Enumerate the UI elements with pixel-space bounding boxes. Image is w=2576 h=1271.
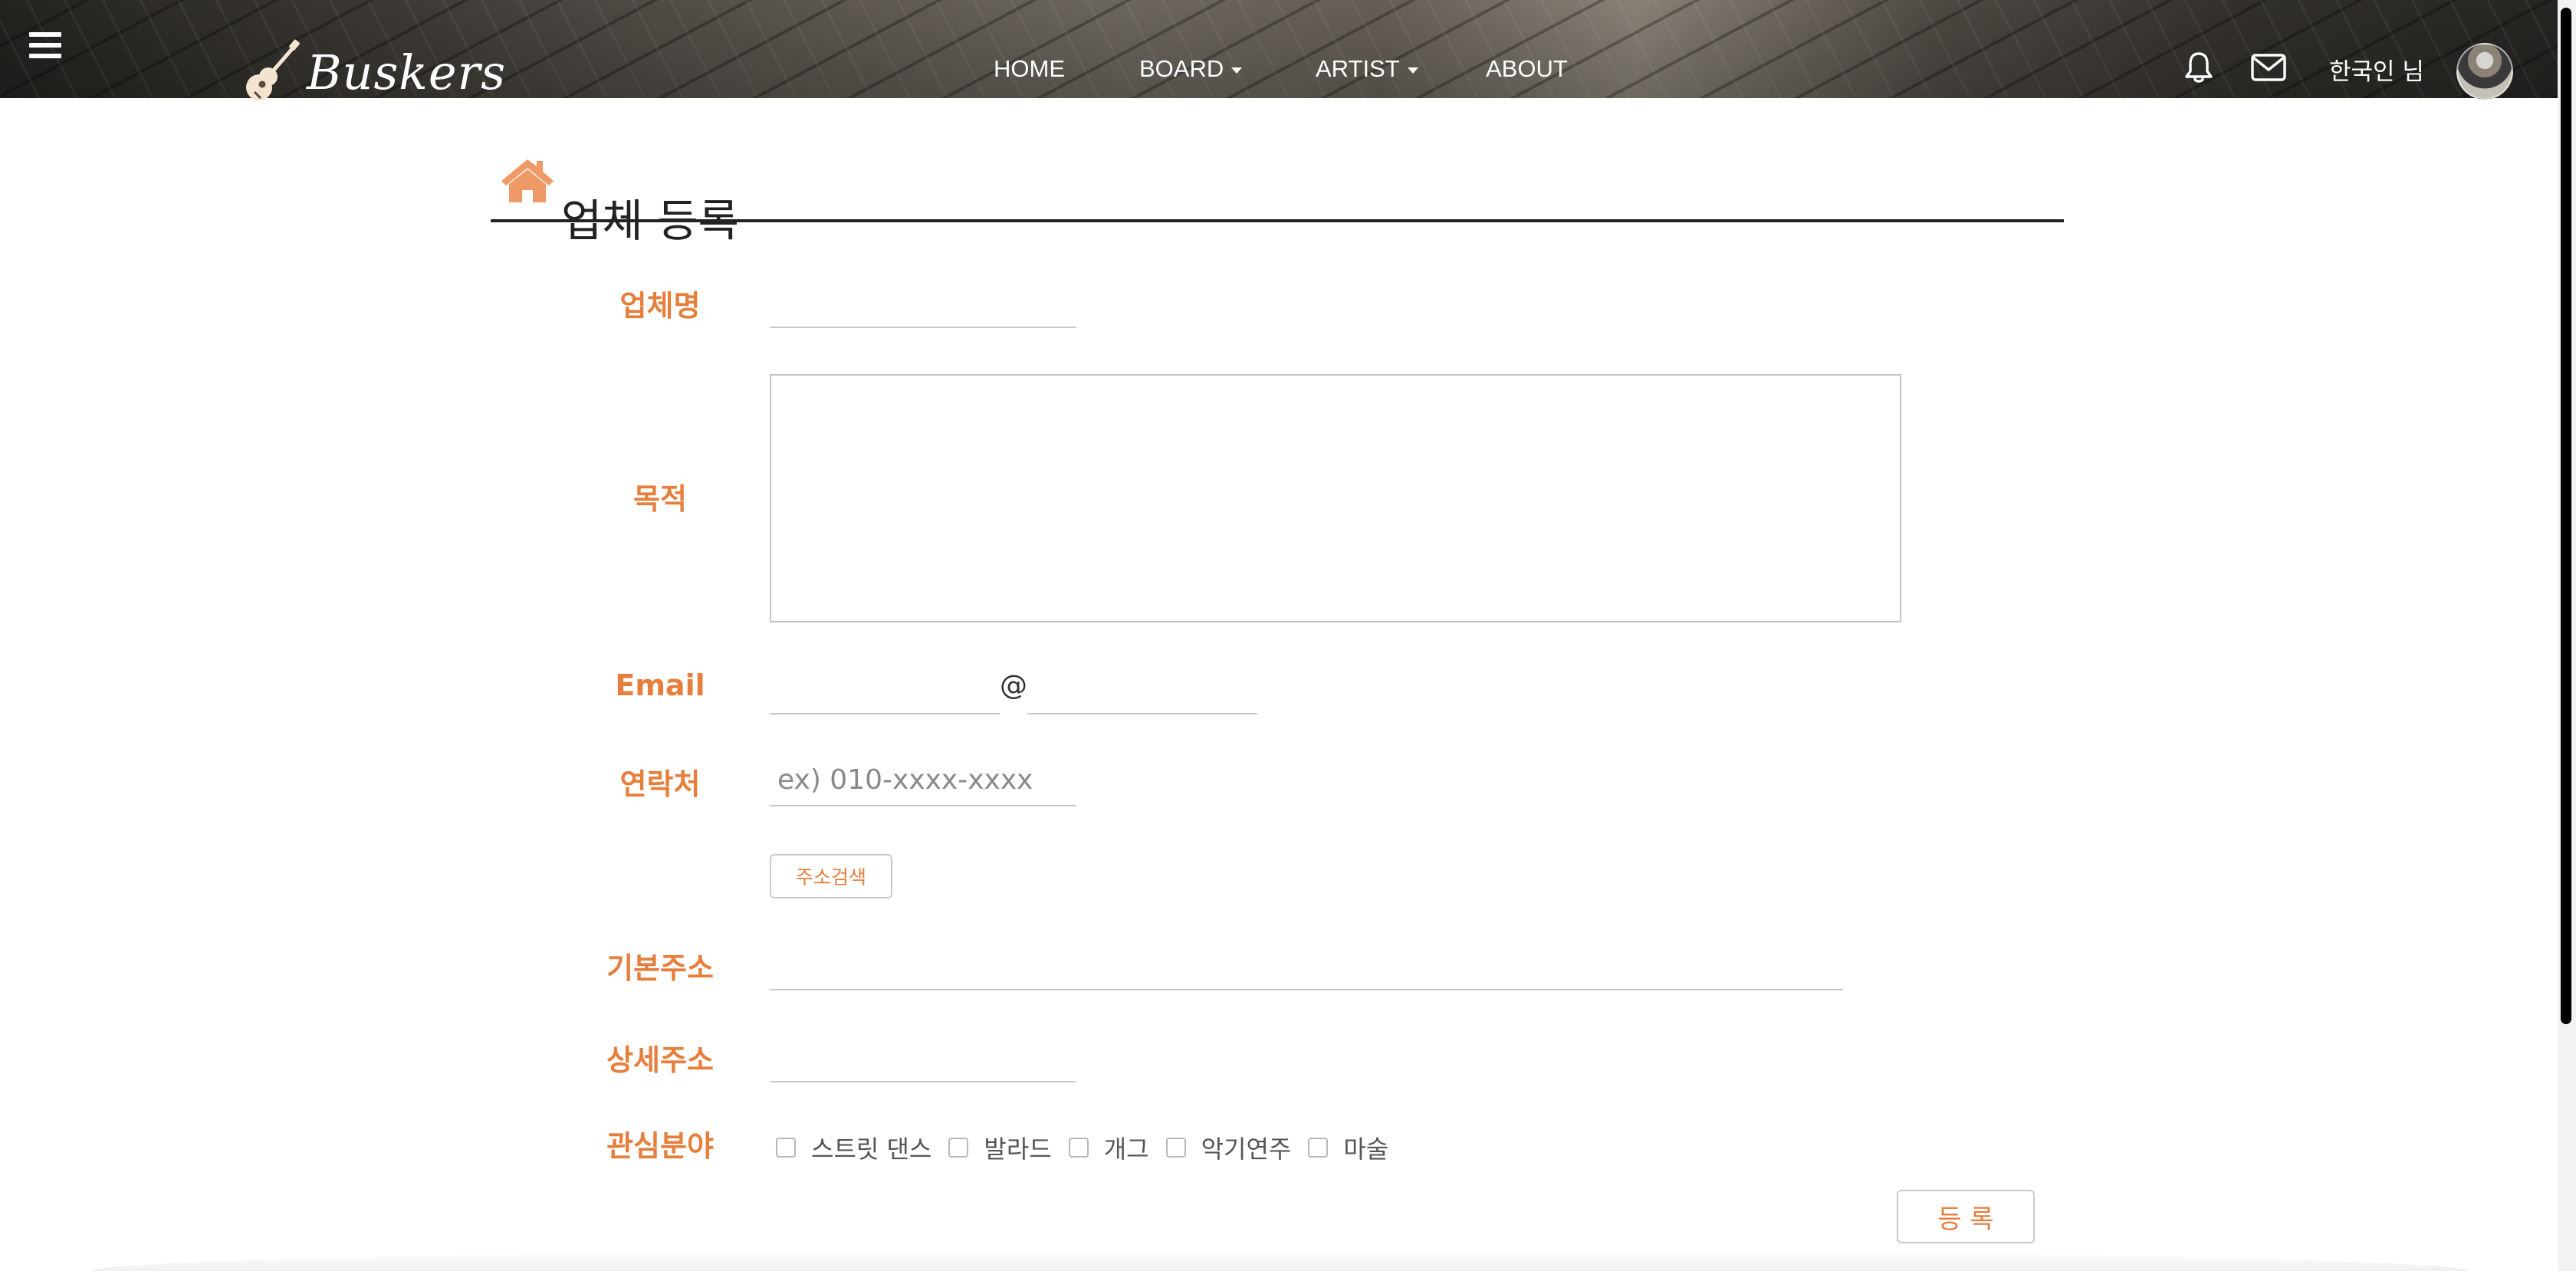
interest-option-ballad[interactable]: 발라드 — [948, 1130, 1052, 1165]
nav-board-label: BOARD — [1139, 55, 1224, 82]
contact-input[interactable] — [770, 754, 1076, 806]
brand-name: Buskers — [307, 44, 507, 100]
bell-icon[interactable] — [2183, 51, 2214, 84]
chevron-down-icon — [1407, 67, 1418, 74]
envelope-icon[interactable] — [2251, 54, 2286, 81]
interest-option-label: 마술 — [1343, 1135, 1389, 1164]
footer-shadow — [92, 1250, 2469, 1271]
checkbox[interactable] — [1165, 1138, 1186, 1158]
menu-icon[interactable] — [29, 32, 61, 58]
nav-about[interactable]: ABOUT — [1486, 55, 1568, 83]
purpose-label: 목적 — [633, 482, 687, 516]
email-domain-input[interactable] — [1027, 662, 1257, 714]
checkbox[interactable] — [1308, 1138, 1329, 1158]
top-navbar: Buskers HOME BOARD ARTIST ABOUT 한국인 님 — [0, 0, 2558, 101]
basic-address-input[interactable] — [770, 938, 1843, 990]
email-at-sign: @ — [1000, 670, 1027, 701]
nav-artist[interactable]: ARTIST — [1316, 55, 1418, 83]
brand-logo[interactable]: Buskers — [239, 34, 506, 101]
detail-address-input[interactable] — [770, 1030, 1076, 1082]
interest-option-instrument[interactable]: 악기연주 — [1165, 1130, 1292, 1165]
avatar[interactable] — [2456, 43, 2513, 100]
contact-label: 연락처 — [619, 767, 701, 801]
checkbox[interactable] — [1068, 1138, 1089, 1158]
nav-home-label: HOME — [994, 55, 1065, 82]
address-search-button[interactable]: 주소검색 — [770, 854, 892, 898]
company-name-label: 업체명 — [619, 289, 701, 323]
nav-about-label: ABOUT — [1486, 55, 1568, 82]
scrollbar-thumb[interactable] — [2561, 8, 2571, 1024]
chevron-down-icon — [1231, 67, 1243, 74]
interest-option-label: 발라드 — [984, 1135, 1052, 1164]
checkbox[interactable] — [776, 1138, 796, 1158]
detail-address-label: 상세주소 — [606, 1043, 714, 1077]
interests-label: 관심분야 — [606, 1129, 714, 1163]
guitar-logo-icon — [246, 39, 300, 100]
interest-option-magic[interactable]: 마술 — [1308, 1130, 1388, 1165]
user-name[interactable]: 한국인 님 — [2329, 52, 2424, 87]
interests-checkbox-group: 스트릿 댄스 발라드 개그 악기연주 마술 — [776, 1130, 1405, 1165]
submit-button[interactable]: 등 록 — [1897, 1190, 2035, 1243]
page-title: 업체 등록 — [561, 194, 739, 247]
home-icon — [501, 159, 554, 202]
interest-option-label: 스트릿 댄스 — [811, 1135, 932, 1164]
page-header: 업체 등록 — [491, 146, 2064, 247]
interest-option-label: 악기연주 — [1201, 1135, 1292, 1164]
email-local-input[interactable] — [770, 662, 1000, 714]
nav-home[interactable]: HOME — [994, 55, 1065, 83]
interest-option-label: 개그 — [1103, 1135, 1149, 1164]
nav-board[interactable]: BOARD — [1139, 55, 1243, 83]
company-name-input[interactable] — [770, 276, 1076, 328]
checkbox[interactable] — [948, 1138, 969, 1158]
interest-option-comedy[interactable]: 개그 — [1068, 1130, 1149, 1165]
nav-artist-label: ARTIST — [1316, 55, 1400, 82]
interest-option-street-dance[interactable]: 스트릿 댄스 — [776, 1130, 932, 1165]
purpose-textarea[interactable] — [770, 374, 1901, 622]
basic-address-label: 기본주소 — [606, 951, 714, 985]
email-label: Email — [615, 668, 705, 702]
